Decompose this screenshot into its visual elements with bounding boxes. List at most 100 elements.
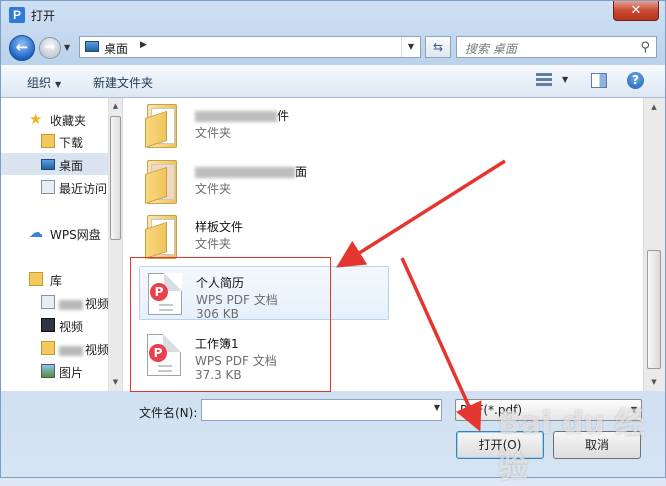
- search-icon[interactable]: ⚲: [640, 40, 650, 55]
- sidebar-item-label: 视频: [59, 295, 109, 312]
- title-bar[interactable]: P 打开 ✕: [1, 1, 665, 31]
- picture-library-icon: [41, 364, 55, 378]
- command-toolbar: 组织 ▼ 新建文件夹 ▼ ?: [1, 64, 665, 98]
- sidebar-item-wps-cloud[interactable]: ☁ WPS网盘: [1, 222, 109, 244]
- dialog-footer: 文件名(N): ▼ PDF(*.pdf) ▼ 打开(O) 取消: [1, 391, 665, 477]
- back-button[interactable]: ←: [9, 35, 35, 61]
- sidebar-item-pictures[interactable]: 图片: [1, 360, 109, 382]
- search-input[interactable]: 搜索 桌面 ⚲: [456, 36, 657, 58]
- file-size: 37.3 KB: [195, 368, 242, 382]
- file-name: 件: [195, 107, 289, 124]
- file-type: 文件夹: [195, 182, 232, 196]
- library-icon: [29, 272, 43, 286]
- redacted-text: [59, 299, 83, 310]
- forward-button[interactable]: →: [39, 37, 61, 59]
- scroll-up-icon[interactable]: ▲: [647, 100, 661, 114]
- address-dropdown-icon[interactable]: ▼: [401, 37, 420, 57]
- sidebar-item-favorites[interactable]: ★ 收藏夹: [1, 108, 109, 130]
- file-list-scrollbar[interactable]: ▲ ▼: [643, 98, 665, 391]
- desktop-icon: [85, 41, 99, 52]
- address-bar[interactable]: 桌面 ▶ ▼: [79, 36, 421, 58]
- navigation-pane: ★ 收藏夹 下载 桌面 最近访问 ☁ WPS网盘 库 视频 视频 视频 图片 ▲…: [1, 98, 123, 391]
- view-dropdown-icon[interactable]: ▼: [562, 75, 568, 84]
- file-list-scroll-thumb[interactable]: [647, 250, 661, 369]
- redacted-text: [195, 167, 295, 178]
- sidebar-item-libraries[interactable]: 库: [1, 268, 109, 290]
- close-button[interactable]: ✕: [613, 1, 659, 21]
- scroll-up-icon[interactable]: ▲: [109, 100, 122, 113]
- list-item[interactable]: P 个人简历 WPS PDF 文档 306 KB: [139, 266, 389, 321]
- scroll-down-icon[interactable]: ▼: [647, 375, 661, 389]
- thunder-video-icon: [41, 341, 55, 355]
- history-dropdown-icon[interactable]: ▼: [64, 42, 74, 54]
- file-name: 个人简历: [196, 276, 245, 290]
- sidebar-item-videos[interactable]: 视频: [1, 314, 109, 336]
- chevron-down-icon: ▼: [630, 405, 637, 414]
- view-options-icon[interactable]: [536, 72, 552, 88]
- sidebar-item-label: 最近访问: [59, 182, 108, 196]
- scroll-down-icon[interactable]: ▼: [109, 376, 122, 389]
- filename-input[interactable]: [201, 399, 442, 421]
- video-library-icon: [41, 318, 55, 332]
- sidebar-item-label: 下载: [59, 136, 84, 150]
- filetype-value: PDF(*.pdf): [460, 403, 523, 417]
- file-type: WPS PDF 文档: [196, 293, 278, 307]
- open-dialog-window: P 打开 ✕ ← → ▼ 桌面 ▶ ▼ ⇆ 搜索 桌面 ⚲ 组织 ▼ 新建文件夹 …: [0, 0, 666, 478]
- star-icon: ★: [29, 110, 43, 128]
- sidebar-item-downloads[interactable]: 下载: [1, 130, 109, 152]
- sidebar-item-label: 库: [50, 274, 63, 288]
- file-name: 面: [195, 163, 307, 180]
- cloud-icon: ☁: [29, 225, 43, 241]
- search-placeholder: 搜索 桌面: [465, 42, 517, 56]
- preview-pane-icon[interactable]: [591, 73, 607, 88]
- pdf-file-icon: P: [148, 273, 182, 315]
- file-type: WPS PDF 文档: [195, 354, 277, 368]
- redacted-text: [59, 345, 83, 356]
- recent-places-icon: [41, 180, 55, 194]
- sidebar-item-label: 图片: [59, 366, 84, 380]
- window-title: 打开: [31, 9, 56, 23]
- folder-icon: [145, 160, 181, 204]
- list-item[interactable]: 件 文件夹: [139, 100, 389, 154]
- organize-button[interactable]: 组织 ▼: [27, 74, 61, 91]
- sidebar-item-label: 收藏夹: [50, 114, 87, 128]
- wps-app-icon: P: [9, 7, 25, 23]
- sidebar-item-label: 视频: [59, 341, 109, 358]
- file-name: 样板文件: [195, 220, 244, 234]
- help-icon[interactable]: ?: [627, 72, 644, 89]
- sidebar-item-thunder[interactable]: 视频: [1, 337, 109, 359]
- new-folder-button[interactable]: 新建文件夹: [93, 74, 153, 91]
- file-type: 文件夹: [195, 126, 232, 140]
- sidebar-item-recent[interactable]: 最近访问: [1, 176, 109, 198]
- list-item[interactable]: P 工作簿1 WPS PDF 文档 37.3 KB: [139, 328, 389, 382]
- pdf-file-icon: P: [147, 334, 181, 376]
- sidebar-item-label: WPS网盘: [50, 228, 101, 242]
- file-list: 件 文件夹 面 文件夹 样板文件 文件夹 P 个人简历 WPS PDF 文档 3…: [123, 98, 665, 391]
- sidebar-scrollbar[interactable]: ▲ ▼: [108, 98, 122, 391]
- refresh-button[interactable]: ⇆: [425, 36, 451, 58]
- filetype-select[interactable]: PDF(*.pdf) ▼: [455, 399, 642, 421]
- navigation-row: ← → ▼ 桌面 ▶ ▼ ⇆ 搜索 桌面 ⚲: [1, 32, 665, 62]
- filename-label: 文件名(N):: [139, 406, 198, 420]
- sidebar-scroll-thumb[interactable]: [110, 116, 121, 240]
- download-folder-icon: [41, 134, 55, 148]
- sidebar-item-label: 桌面: [59, 159, 84, 173]
- file-name: 工作簿1: [195, 337, 239, 351]
- desktop-icon: [41, 159, 55, 170]
- sidebar-item-label: 视频: [59, 320, 84, 334]
- list-item[interactable]: 面 文件夹: [139, 156, 389, 210]
- document-library-icon: [41, 295, 55, 309]
- breadcrumb-arrow-icon[interactable]: ▶: [140, 40, 147, 50]
- sidebar-item-documents[interactable]: 视频: [1, 291, 109, 313]
- folder-icon: [145, 104, 181, 148]
- redacted-text: [195, 111, 277, 122]
- list-item[interactable]: 样板文件 文件夹: [139, 211, 389, 265]
- chevron-down-icon: ▼: [55, 80, 62, 89]
- sidebar-item-desktop[interactable]: 桌面: [1, 153, 109, 175]
- file-type: 文件夹: [195, 237, 232, 251]
- folder-icon: [145, 215, 181, 259]
- address-text: 桌面: [104, 42, 129, 56]
- open-button[interactable]: 打开(O): [456, 431, 544, 459]
- file-size: 306 KB: [196, 307, 239, 321]
- cancel-button[interactable]: 取消: [553, 431, 641, 459]
